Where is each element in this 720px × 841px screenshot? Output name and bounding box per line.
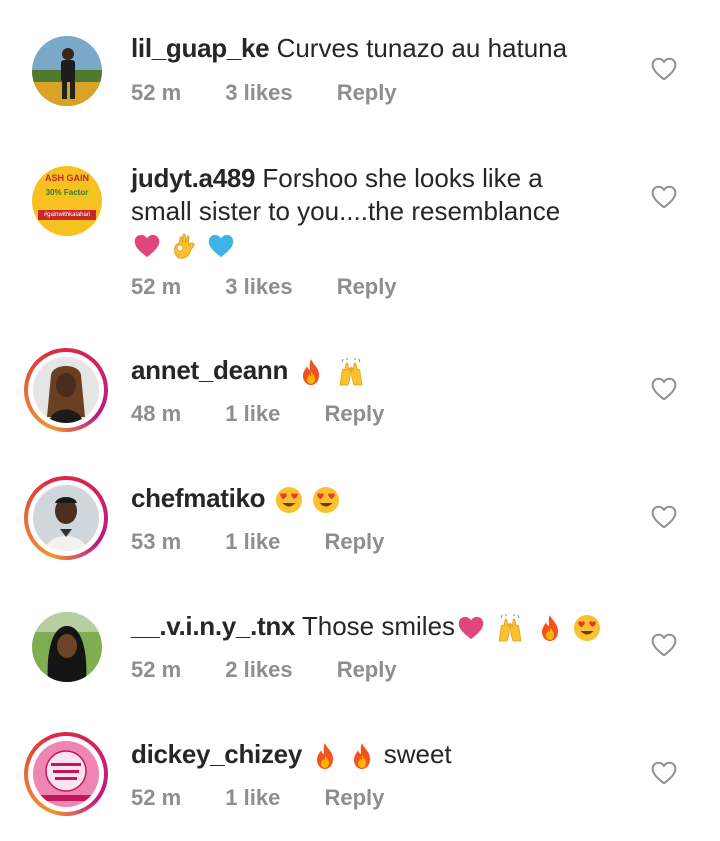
like-heart-icon[interactable] <box>651 185 677 209</box>
like-heart-icon[interactable] <box>651 377 677 401</box>
timestamp: 52 m <box>131 80 182 105</box>
username[interactable]: annet_deann <box>131 355 288 385</box>
comment-item: annet_deann 48 m 1 like Reply <box>0 320 720 448</box>
like-heart-icon[interactable] <box>651 761 677 785</box>
avatar[interactable] <box>24 348 108 432</box>
comment-text: lil_guap_ke Curves tunazo au hatuna <box>131 32 631 65</box>
raised-hands-icon <box>335 358 367 386</box>
heart-eyes-icon <box>573 614 601 642</box>
reply-button[interactable]: Reply <box>337 274 397 299</box>
avatar[interactable] <box>24 28 108 112</box>
reply-button[interactable]: Reply <box>324 785 384 810</box>
comment-item: dickey_chizey sweet 52 m 1 like Reply <box>0 704 720 841</box>
comment-meta: 52 m 3 likes Reply <box>131 274 435 300</box>
username[interactable]: dickey_chizey <box>131 739 302 769</box>
username[interactable]: judyt.a489 <box>131 163 255 193</box>
avatar-logo-text: ASH GAIN <box>44 173 89 183</box>
avatar[interactable]: ASH GAIN 30% Factor #gainwithkalahari <box>24 158 108 242</box>
comment-body-line2: small sister to you....the resemblance <box>131 196 561 226</box>
timestamp: 52 m <box>131 785 182 810</box>
likes-count[interactable]: 1 like <box>225 401 280 426</box>
avatar[interactable] <box>24 732 108 816</box>
raised-hands-icon <box>494 614 526 642</box>
comment-item: ASH GAIN 30% Factor #gainwithkalahari ju… <box>0 130 720 320</box>
likes-count[interactable]: 1 like <box>225 785 280 810</box>
fire-icon <box>311 742 339 770</box>
comment-emojis <box>131 228 631 261</box>
comment-text: dickey_chizey sweet <box>131 738 631 771</box>
reply-button[interactable]: Reply <box>337 657 397 682</box>
timestamp: 48 m <box>131 401 182 426</box>
avatar[interactable] <box>24 604 108 688</box>
ok-hand-icon <box>170 232 198 260</box>
reply-button[interactable]: Reply <box>324 401 384 426</box>
username[interactable]: __.v.i.n.y_.tnx <box>131 611 295 641</box>
comment-text: __.v.i.n.y_.tnx Those smiles <box>131 610 651 643</box>
timestamp: 52 m <box>131 657 182 682</box>
avatar-logo-subtext: 30% Factor <box>45 188 89 197</box>
comment-item: __.v.i.n.y_.tnx Those smiles 52 m 2 like… <box>0 576 720 704</box>
likes-count[interactable]: 3 likes <box>225 274 292 299</box>
like-heart-icon[interactable] <box>651 57 677 81</box>
comment-text: annet_deann <box>131 354 631 387</box>
heart-eyes-icon <box>312 486 340 514</box>
timestamp: 52 m <box>131 274 182 299</box>
comment-meta: 52 m 1 like Reply <box>131 785 422 811</box>
like-heart-icon[interactable] <box>651 633 677 657</box>
like-heart-icon[interactable] <box>651 505 677 529</box>
man-outdoor-avatar-icon <box>32 36 102 106</box>
woman-braids-avatar-icon <box>33 357 99 423</box>
fire-icon <box>536 614 564 642</box>
comment-body: Forshoo she looks like a <box>262 163 543 193</box>
fire-icon <box>348 742 376 770</box>
username[interactable]: chefmatiko <box>131 483 266 513</box>
likes-count[interactable]: 1 like <box>225 529 280 554</box>
timestamp: 53 m <box>131 529 182 554</box>
comment-text: chefmatiko <box>131 482 631 515</box>
comment-meta: 52 m 3 likes Reply <box>131 80 435 106</box>
comment-text: judyt.a489 Forshoo she looks like a smal… <box>131 162 631 261</box>
comment-body: Those smiles <box>301 611 456 641</box>
likes-count[interactable]: 3 likes <box>225 80 292 105</box>
avatar-logo-hashtag: #gainwithkalahari <box>38 210 96 220</box>
likes-count[interactable]: 2 likes <box>225 657 292 682</box>
pink-badge-avatar-icon <box>33 741 99 807</box>
blue-heart-icon <box>207 232 235 260</box>
fire-icon <box>297 358 325 386</box>
reply-button[interactable]: Reply <box>337 80 397 105</box>
woman-headscarf-avatar-icon <box>32 612 102 682</box>
reply-button[interactable]: Reply <box>324 529 384 554</box>
comment-body: Curves tunazo au hatuna <box>276 33 568 63</box>
comment-item: chefmatiko 53 m 1 like Reply <box>0 448 720 576</box>
username[interactable]: lil_guap_ke <box>131 33 270 63</box>
pink-heart-icon <box>133 232 161 260</box>
comment-meta: 53 m 1 like Reply <box>131 529 422 555</box>
young-man-avatar-icon <box>33 485 99 551</box>
pink-heart-icon <box>457 614 485 642</box>
comment-meta: 52 m 2 likes Reply <box>131 657 435 683</box>
cash-gain-logo-avatar-icon: ASH GAIN 30% Factor #gainwithkalahari <box>32 166 102 236</box>
heart-eyes-icon <box>275 486 303 514</box>
comment-meta: 48 m 1 like Reply <box>131 401 422 427</box>
comment-item: lil_guap_ke Curves tunazo au hatuna 52 m… <box>0 0 720 130</box>
avatar[interactable] <box>24 476 108 560</box>
comment-body: sweet <box>383 739 452 769</box>
